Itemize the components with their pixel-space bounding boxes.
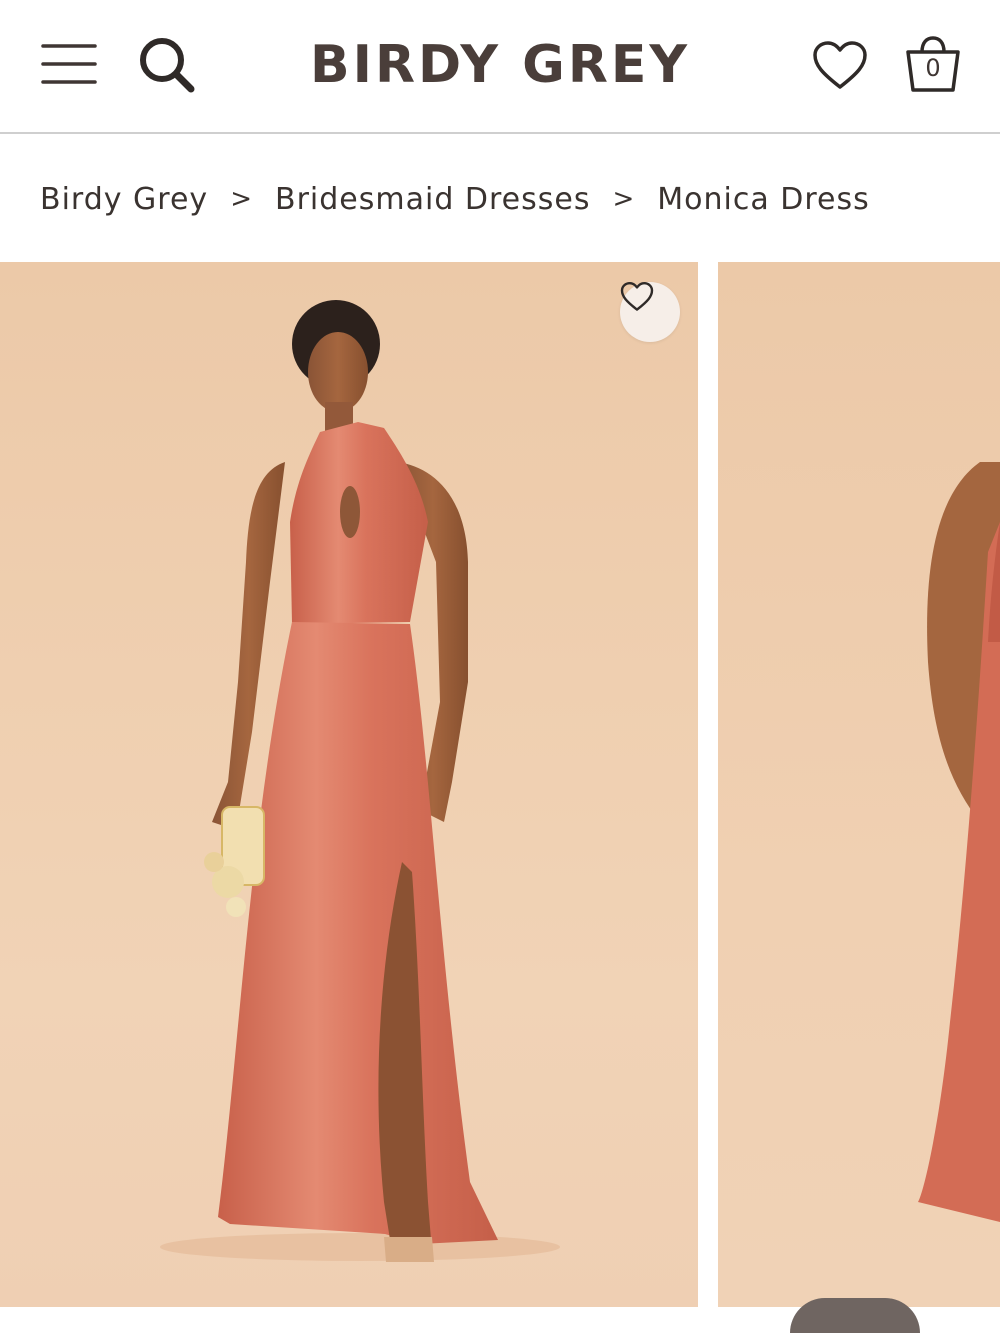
- breadcrumb: Birdy Grey > Bridesmaid Dresses > Monica…: [40, 176, 870, 222]
- model-front-illustration: [160, 300, 560, 1262]
- product-image-gallery[interactable]: [0, 262, 1000, 1307]
- breadcrumb-separator: >: [230, 184, 253, 214]
- chat-bubble-button[interactable]: [790, 1298, 920, 1333]
- heart-icon: [620, 282, 654, 311]
- breadcrumb-separator: >: [612, 184, 636, 214]
- product-image-side[interactable]: [718, 262, 1000, 1307]
- model-side-illustration: [918, 462, 1000, 1222]
- cart-count-badge: 0: [925, 54, 941, 82]
- image-favorite-button[interactable]: [620, 282, 680, 342]
- heart-icon: [813, 41, 867, 89]
- favorites-button[interactable]: [808, 34, 872, 98]
- breadcrumb-item-current: Monica Dress: [657, 181, 870, 217]
- breadcrumb-item-home[interactable]: Birdy Grey: [40, 182, 208, 217]
- product-image-front[interactable]: [0, 262, 698, 1307]
- site-header: BIRDY GREY 0: [0, 0, 1000, 134]
- cart-button[interactable]: 0: [898, 30, 968, 100]
- breadcrumb-item-category[interactable]: Bridesmaid Dresses: [275, 182, 590, 217]
